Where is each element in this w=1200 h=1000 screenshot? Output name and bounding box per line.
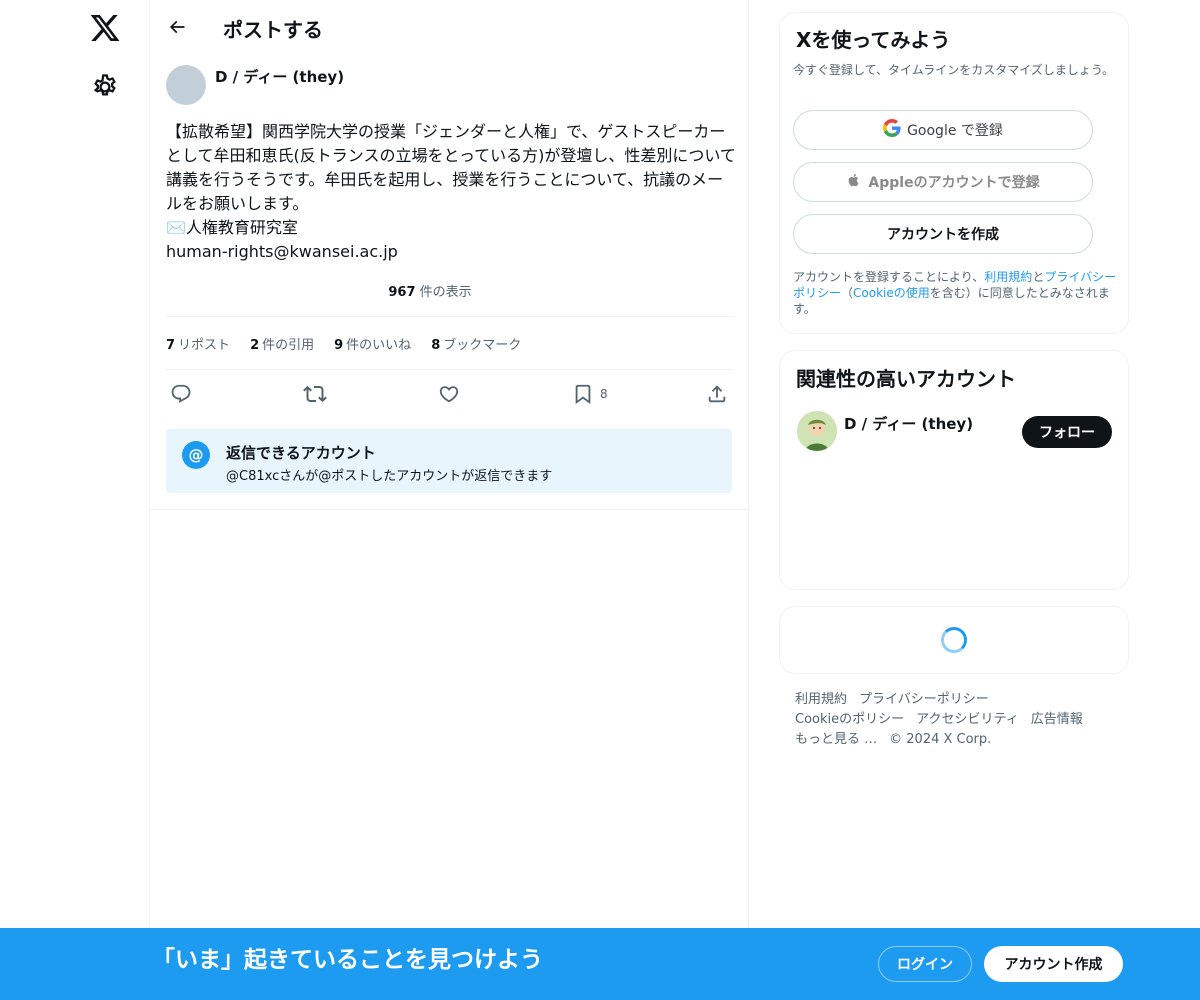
view-count-label: 件の表示 (415, 285, 472, 300)
footer-terms-link[interactable]: 利用規約 (795, 692, 847, 707)
stat-count: 9 (334, 338, 344, 353)
follow-button[interactable]: フォロー (1022, 416, 1112, 448)
stat-count: 2 (250, 338, 260, 353)
divider (150, 509, 749, 510)
loading-card (779, 606, 1129, 674)
footer-ads-link[interactable]: 広告情報 (1031, 712, 1083, 727)
create-account-button[interactable]: アカウントを作成 (793, 214, 1093, 254)
reply-restriction-subtitle: @C81xcさんが@ポストしたアカウントが返信できます (226, 469, 553, 484)
divider (166, 369, 734, 370)
stat-reposts[interactable]: 7 リポスト (166, 334, 230, 353)
login-button[interactable]: ログイン (878, 946, 972, 982)
author-avatar[interactable] (166, 65, 206, 105)
legal-text: と (1032, 270, 1045, 284)
cookie-link[interactable]: Cookieの使用 (853, 286, 930, 300)
stat-label: 件の引用 (262, 338, 315, 353)
stat-label: ブックマーク (443, 338, 522, 353)
footer-copyright: © 2024 X Corp. (889, 732, 992, 747)
post-actions: 8 (166, 380, 734, 408)
bookmark-icon[interactable]: 8 (572, 380, 608, 408)
google-signup-button[interactable]: Google で登録 (793, 110, 1093, 150)
footer-privacy-link[interactable]: プライバシーポリシー (859, 692, 989, 707)
relevant-accounts-card: 関連性の高いアカウント D / ディー (they) フォロー (779, 350, 1129, 590)
account-avatar[interactable] (797, 411, 837, 451)
stat-likes[interactable]: 9 件のいいね (334, 334, 411, 353)
main-column: ポストする D / ディー (they) 【拡散希望】関西学院大学の授業「ジェン… (149, 0, 749, 1000)
relevant-accounts-title: 関連性の高いアカウント (796, 367, 1016, 391)
bottom-signup-banner: 「いま」起きていることを見つけよう ログイン アカウント作成 (0, 928, 1200, 1000)
bookmark-count: 8 (600, 387, 608, 401)
footer-accessibility-link[interactable]: アクセシビリティ (916, 712, 1019, 727)
legal-text: アカウントを登録することにより、 (793, 270, 985, 284)
share-icon[interactable] (706, 380, 728, 408)
post-stats: 7 リポスト 2 件の引用 9 件のいいね 8 ブックマーク (166, 334, 521, 353)
banner-text: 「いま」起きていることを見つけよう (152, 947, 543, 973)
author-name[interactable]: D / ディー (they) (215, 66, 344, 87)
reply-icon[interactable] (170, 380, 192, 408)
page-title: ポストする (223, 18, 323, 42)
signup-card-subtitle: 今すぐ登録して、タイムラインをカスタマイズしましょう。 (793, 63, 1115, 77)
google-signup-label: Google で登録 (907, 123, 1003, 139)
page-header: ポストする (150, 0, 750, 54)
stat-quotes[interactable]: 2 件の引用 (250, 334, 314, 353)
stat-bookmarks[interactable]: 8 ブックマーク (431, 334, 521, 353)
signup-button[interactable]: アカウント作成 (984, 946, 1123, 982)
google-logo-icon (883, 119, 901, 141)
repost-icon[interactable] (303, 380, 327, 408)
post-text: 【拡散希望】関西学院大学の授業「ジェンダーと人権」で、ゲストスピーカーとして牟田… (166, 122, 736, 261)
like-heart-icon[interactable] (438, 380, 460, 408)
legal-text: （ (841, 286, 854, 300)
divider (166, 316, 734, 317)
left-nav (0, 0, 150, 1000)
footer-more-link[interactable]: もっと見る … (795, 732, 877, 747)
apple-signup-label: Appleのアカウントで登録 (868, 175, 1040, 191)
reply-restriction-title: 返信できるアカウント (226, 444, 376, 462)
footer-cookie-link[interactable]: Cookieのポリシー (795, 712, 904, 727)
stat-count: 8 (431, 338, 441, 353)
loading-spinner-icon (941, 627, 967, 653)
view-count: 967 件の表示 (150, 281, 710, 300)
stat-label: リポスト (178, 338, 231, 353)
reply-restriction-notice: @ 返信できるアカウント @C81xcさんが@ポストしたアカウントが返信できます (166, 429, 732, 493)
signup-card: Xを使ってみよう 今すぐ登録して、タイムラインをカスタマイズしましょう。 Goo… (779, 12, 1129, 334)
gear-icon[interactable] (90, 72, 120, 102)
x-logo-icon[interactable] (88, 12, 122, 44)
stat-label: 件のいいね (346, 338, 412, 353)
signup-legal-text: アカウントを登録することにより、利用規約とプライバシーポリシー（Cookieの使… (793, 269, 1123, 317)
signup-card-title: Xを使ってみよう (796, 28, 951, 52)
terms-link[interactable]: 利用規約 (984, 270, 1032, 284)
apple-signup-button[interactable]: Appleのアカウントで登録 (793, 162, 1093, 202)
account-name[interactable]: D / ディー (they) (844, 413, 973, 434)
stat-count: 7 (166, 338, 176, 353)
view-count-number: 967 (388, 285, 416, 300)
back-arrow-icon[interactable] (162, 12, 192, 42)
at-sign-icon: @ (182, 441, 210, 469)
apple-logo-icon (846, 171, 862, 193)
footer-links: 利用規約 プライバシーポリシー Cookieのポリシー アクセシビリティ 広告情報 も… (795, 690, 1115, 750)
